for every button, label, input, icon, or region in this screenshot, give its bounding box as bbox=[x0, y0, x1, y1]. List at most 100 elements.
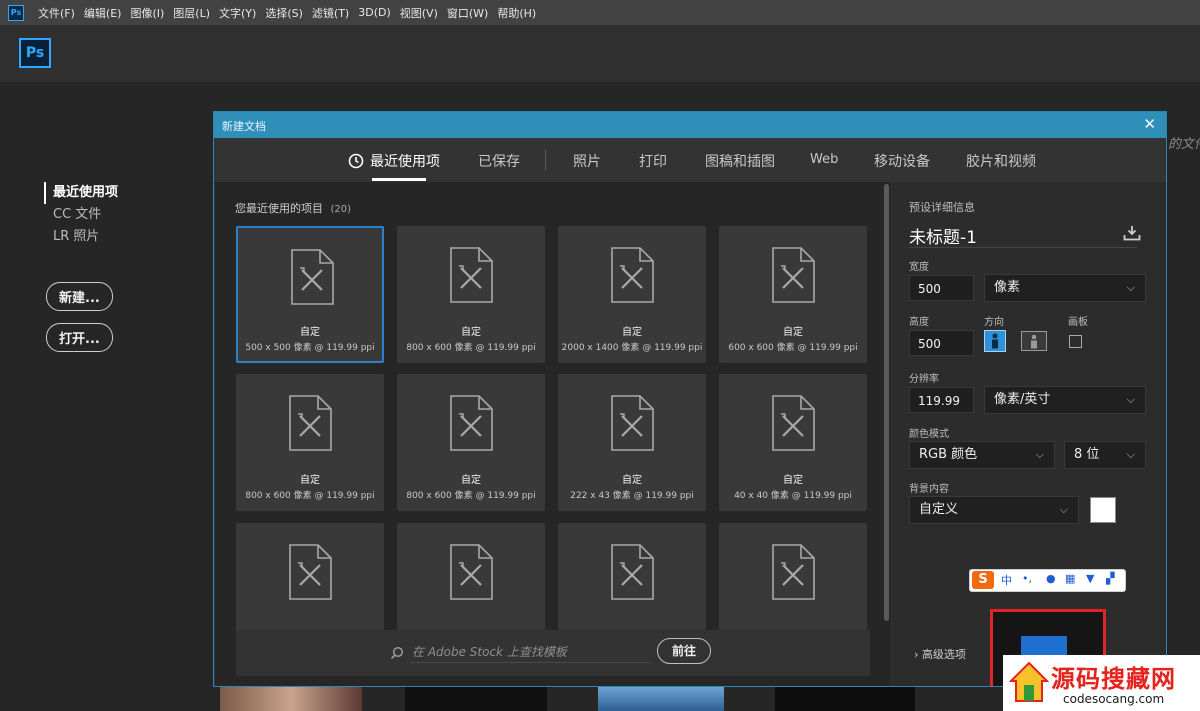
stock-go-button[interactable]: 前往 bbox=[657, 638, 711, 664]
skin-icon[interactable]: ▼ bbox=[1086, 572, 1094, 585]
resolution-input[interactable]: 119.99 bbox=[909, 387, 974, 413]
preset-size: 40 x 40 像素 @ 119.99 ppi bbox=[734, 491, 852, 501]
menu-window[interactable]: 窗口(W) bbox=[447, 5, 488, 21]
preset-name: 自定 bbox=[461, 475, 481, 486]
home-nav-cc-files[interactable]: CC 文件 bbox=[44, 204, 118, 226]
color-mode-value: RGB 颜色 bbox=[919, 447, 978, 462]
width-input[interactable]: 500 bbox=[909, 275, 974, 301]
menu-filter[interactable]: 滤镜(T) bbox=[312, 5, 349, 21]
preset-name: 自定 bbox=[783, 327, 803, 338]
preset-card[interactable]: 自定 600 x 600 像素 @ 119.99 ppi bbox=[719, 226, 867, 363]
new-document-dialog: 新建文档 ✕ 最近使用项 已保存 照片 打印 图稿和插图 Web 移动设备 胶片… bbox=[213, 111, 1167, 687]
tab-saved[interactable]: 已保存 bbox=[478, 151, 520, 171]
bit-depth-select[interactable]: 8 位 ⌵ bbox=[1064, 441, 1146, 469]
preset-card[interactable]: 自定 800 x 600 像素 @ 119.99 ppi bbox=[397, 374, 545, 511]
chevron-down-icon: ⌵ bbox=[1035, 448, 1044, 461]
chevron-down-icon: ⌵ bbox=[1126, 393, 1135, 406]
resolution-label: 分辨率 bbox=[909, 374, 939, 385]
recent-file-thumbnail[interactable] bbox=[775, 686, 915, 711]
document-name-field[interactable]: 未标题-1 bbox=[909, 223, 1137, 248]
punctuation-icon[interactable]: •, bbox=[1022, 572, 1032, 585]
watermark-title: 源码搜藏网 bbox=[1051, 665, 1176, 693]
home-nav-recent[interactable]: 最近使用项 bbox=[44, 182, 118, 204]
tab-film-video[interactable]: 胶片和视频 bbox=[966, 151, 1036, 171]
open-button[interactable]: 打开... bbox=[46, 323, 113, 352]
preset-card[interactable]: 自定 40 x 40 像素 @ 119.99 ppi bbox=[719, 374, 867, 511]
photoshop-logo: Ps bbox=[19, 38, 51, 68]
width-label: 宽度 bbox=[909, 262, 929, 273]
chevron-right-icon: › bbox=[914, 648, 919, 661]
search-icon bbox=[390, 646, 404, 660]
menu-select[interactable]: 选择(S) bbox=[265, 5, 303, 21]
home-nav-lr-photos[interactable]: LR 照片 bbox=[44, 226, 118, 248]
tab-print[interactable]: 打印 bbox=[639, 151, 667, 171]
document-preset-icon bbox=[772, 395, 815, 451]
recent-file-thumbnail[interactable] bbox=[405, 686, 547, 711]
advanced-options-toggle[interactable]: › 高级选项 bbox=[914, 646, 966, 662]
color-mode-select[interactable]: RGB 颜色 ⌵ bbox=[909, 441, 1055, 469]
preset-card[interactable]: 自定 2000 x 1400 像素 @ 119.99 ppi bbox=[558, 226, 706, 363]
preset-size: 2000 x 1400 像素 @ 119.99 ppi bbox=[561, 343, 703, 353]
recent-items-label: 您最近使用的项目 bbox=[235, 202, 323, 215]
keyboard-icon[interactable]: ▦ bbox=[1065, 572, 1075, 585]
preset-name: 自定 bbox=[783, 475, 803, 486]
preset-card[interactable]: 自定 222 x 43 像素 @ 119.99 ppi bbox=[558, 374, 706, 511]
landscape-orientation-icon[interactable] bbox=[1021, 330, 1047, 352]
tab-web[interactable]: Web bbox=[810, 152, 838, 167]
ime-toolbar[interactable]: S 中 •, ● ▦ ▼ ▞ bbox=[969, 569, 1126, 592]
tab-art-illustration[interactable]: 图稿和插图 bbox=[705, 151, 775, 171]
menu-edit[interactable]: 编辑(E) bbox=[84, 5, 122, 21]
menu-help[interactable]: 帮助(H) bbox=[497, 5, 536, 21]
document-preset-icon bbox=[450, 544, 493, 600]
portrait-orientation-icon[interactable] bbox=[984, 330, 1006, 352]
menu-file[interactable]: 文件(F) bbox=[38, 5, 75, 21]
preset-size: 222 x 43 像素 @ 119.99 ppi bbox=[570, 491, 694, 501]
document-preset-icon bbox=[450, 247, 493, 303]
document-preset-icon bbox=[450, 395, 493, 451]
preset-card[interactable]: 自定 800 x 600 像素 @ 119.99 ppi bbox=[397, 226, 545, 363]
width-unit-select[interactable]: 像素 ⌵ bbox=[984, 274, 1146, 302]
menu-view[interactable]: 视图(V) bbox=[400, 5, 438, 21]
details-heading: 预设详细信息 bbox=[909, 201, 975, 214]
preset-tabs: 最近使用项 已保存 照片 打印 图稿和插图 Web 移动设备 胶片和视频 bbox=[214, 138, 1166, 182]
document-preset-icon bbox=[772, 544, 815, 600]
bit-depth-value: 8 位 bbox=[1074, 447, 1100, 462]
menu-bar: Ps 文件(F) 编辑(E) 图像(I) 图层(L) 文字(Y) 选择(S) 滤… bbox=[0, 0, 1200, 25]
height-input[interactable]: 500 bbox=[909, 330, 974, 356]
dialog-title: 新建文档 bbox=[222, 120, 266, 133]
preset-size: 800 x 600 像素 @ 119.99 ppi bbox=[406, 343, 536, 353]
stock-search-input[interactable]: 在 Adobe Stock 上查找模板 bbox=[410, 642, 650, 663]
close-icon[interactable]: ✕ bbox=[1143, 115, 1156, 133]
recent-items-count: (20) bbox=[330, 204, 352, 215]
recent-file-thumbnail[interactable] bbox=[598, 686, 724, 711]
document-preset-icon bbox=[611, 395, 654, 451]
background-color-swatch[interactable] bbox=[1090, 497, 1116, 523]
preset-card[interactable]: 自定 800 x 600 像素 @ 119.99 ppi bbox=[236, 374, 384, 511]
preset-size: 600 x 600 像素 @ 119.99 ppi bbox=[728, 343, 858, 353]
menu-image[interactable]: 图像(I) bbox=[130, 5, 164, 21]
resolution-unit-select[interactable]: 像素/英寸 ⌵ bbox=[984, 386, 1146, 414]
toolbox-icon[interactable]: ▞ bbox=[1106, 572, 1114, 585]
recent-file-thumbnail[interactable] bbox=[220, 686, 362, 711]
ime-mode-indicator[interactable]: 中 bbox=[1001, 572, 1012, 588]
clock-icon bbox=[348, 153, 364, 169]
background-select[interactable]: 自定义 ⌵ bbox=[909, 496, 1079, 524]
artboard-checkbox[interactable] bbox=[1069, 335, 1082, 348]
microphone-icon[interactable]: ● bbox=[1046, 572, 1056, 585]
save-preset-icon[interactable] bbox=[1123, 225, 1141, 241]
tab-photo[interactable]: 照片 bbox=[573, 151, 601, 171]
active-tab-indicator bbox=[372, 178, 426, 181]
presets-scrollbar[interactable] bbox=[884, 184, 889, 621]
preset-card[interactable]: 自定 500 x 500 像素 @ 119.99 ppi bbox=[236, 226, 384, 363]
tab-recent[interactable]: 最近使用项 bbox=[348, 151, 440, 171]
menu-3d[interactable]: 3D(D) bbox=[358, 6, 391, 19]
preset-name: 自定 bbox=[300, 475, 320, 486]
menu-type[interactable]: 文字(Y) bbox=[219, 5, 256, 21]
height-label: 高度 bbox=[909, 317, 929, 328]
background-value: 自定义 bbox=[919, 502, 959, 517]
chevron-down-icon: ⌵ bbox=[1126, 281, 1135, 294]
tab-mobile[interactable]: 移动设备 bbox=[874, 151, 930, 171]
menu-layer[interactable]: 图层(L) bbox=[173, 5, 210, 21]
new-button[interactable]: 新建... bbox=[46, 282, 113, 311]
recent-items-heading: 您最近使用的项目 (20) bbox=[235, 200, 351, 216]
